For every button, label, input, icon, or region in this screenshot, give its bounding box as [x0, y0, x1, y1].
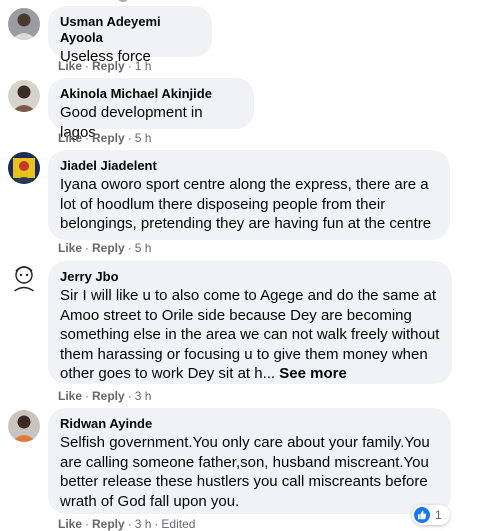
comment-author[interactable]: Jerry Jbo — [60, 269, 440, 285]
comment-text-line: lot of hoodlum there disposeing people f… — [60, 195, 386, 213]
comment-actions: Like · Reply · 3 h · Edited — [58, 517, 195, 531]
comment-text-line: belongings, pretending they are having f… — [60, 215, 432, 232]
like-button[interactable]: Like — [58, 59, 82, 73]
comment-time[interactable]: 1 h — [135, 59, 152, 73]
comment-bubble: Jerry Jbo Sir I will like u to also come… — [48, 261, 452, 384]
comment-text-line: wrath of God fall upon you. — [60, 492, 240, 510]
comment-time[interactable]: 3 h — [135, 517, 152, 531]
avatar-sketch-icon — [8, 262, 40, 294]
comment-author[interactable]: Ridwan Ayinde — [60, 416, 439, 432]
reply-button[interactable]: Reply — [92, 517, 125, 531]
comment-text-line: are calling someone father,son, husband … — [60, 453, 429, 471]
comment-text: Sir I will like u to also come to Agege … — [60, 286, 440, 384]
comment-actions: Like · Reply · 1 h — [58, 59, 151, 73]
comment-author[interactable]: Akinola Michael Akinjide — [60, 86, 242, 102]
avatar[interactable] — [8, 410, 40, 442]
comment-author[interactable]: Jiadel Jiadelent — [60, 158, 438, 174]
comment-bubble: Akinola Michael Akinjide Good developmen… — [48, 78, 254, 141]
separator: · — [127, 389, 132, 403]
like-icon — [414, 507, 430, 523]
separator: · — [85, 389, 90, 403]
comment-bubble: Usman Adeyemi Ayoola Useless force — [48, 6, 212, 65]
comment-author[interactable]: Usman Adeyemi Ayoola — [60, 14, 200, 46]
comment-time[interactable]: 3 h — [135, 389, 152, 403]
comment-text-line: Iyana oworo sport centre along the expre… — [60, 176, 429, 193]
separator: · — [85, 241, 90, 255]
avatar[interactable] — [8, 262, 40, 294]
comment-text-line-last: other goes to work Dey sit at h... See m… — [60, 364, 440, 384]
separator: · — [127, 131, 132, 145]
previous-reply-fragment — [118, 0, 128, 2]
comment-bubble: Ridwan Ayinde Selfish government.You onl… — [48, 408, 451, 514]
separator: · — [85, 59, 90, 73]
separator: · — [85, 517, 90, 531]
avatar[interactable] — [8, 80, 40, 112]
comment-bubble: Jiadel Jiadelent Iyana oworo sport centr… — [48, 150, 450, 240]
reply-button[interactable]: Reply — [92, 241, 125, 255]
edited-label: Edited — [161, 517, 196, 531]
reply-button[interactable]: Reply — [92, 131, 125, 145]
comment-time[interactable]: 5 h — [135, 241, 152, 255]
separator: · — [127, 517, 132, 531]
avatar-photo-icon — [8, 8, 40, 40]
comment-time[interactable]: 5 h — [135, 131, 152, 145]
comment-text: Selfish government.You only care about y… — [60, 433, 439, 511]
avatar-photo-icon — [8, 410, 40, 442]
avatar-photo-icon — [8, 152, 40, 184]
reaction-count: 1 — [435, 508, 442, 522]
comment-actions: Like · Reply · 5 h — [58, 241, 151, 255]
separator: · — [127, 59, 132, 73]
avatar[interactable] — [8, 152, 40, 184]
separator: · — [85, 131, 90, 145]
comment-text-line: Sir I will like u to also come to Agege … — [60, 287, 437, 304]
reaction-summary[interactable]: 1 — [412, 505, 450, 525]
avatar[interactable] — [8, 8, 40, 40]
comment-actions: Like · Reply · 5 h — [58, 131, 151, 145]
comment-text-line: something else in the area we can not wa… — [60, 326, 440, 343]
like-button[interactable]: Like — [58, 517, 82, 531]
like-button[interactable]: Like — [58, 131, 82, 145]
like-button[interactable]: Like — [58, 241, 82, 255]
reply-button[interactable]: Reply — [92, 389, 125, 403]
comment-text-line: Selfish government.You only care about y… — [60, 434, 430, 451]
comment-text-line: better release these hustlers you call m… — [60, 473, 428, 490]
comment-text-line: them harassing or focusing u to give the… — [60, 345, 428, 363]
separator: · — [154, 517, 159, 531]
avatar-photo-icon — [8, 80, 40, 112]
comment-actions: Like · Reply · 3 h — [58, 389, 151, 403]
separator: · — [127, 241, 132, 255]
reply-button[interactable]: Reply — [92, 59, 125, 73]
comment-text-line: other goes to work Dey sit at h... — [60, 365, 276, 382]
comment-text-line: Amoo street to Orile side because Dey ar… — [60, 306, 412, 324]
see-more-link[interactable]: See more — [279, 365, 347, 382]
like-button[interactable]: Like — [58, 389, 82, 403]
comment-text: Iyana oworo sport centre along the expre… — [60, 175, 438, 234]
